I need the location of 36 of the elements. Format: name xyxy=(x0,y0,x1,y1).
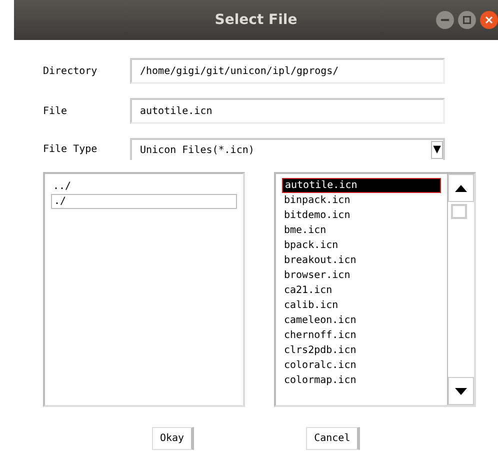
file-item[interactable]: colormap.icn xyxy=(282,373,447,388)
file-item[interactable]: autotile.icn xyxy=(282,178,441,193)
file-item[interactable]: calib.icn xyxy=(282,298,447,313)
maximize-icon xyxy=(463,16,471,24)
field-label: Directory xyxy=(43,66,98,76)
field-label: File xyxy=(43,106,68,116)
close-icon xyxy=(485,16,493,24)
minimize-icon xyxy=(441,16,449,24)
file-item[interactable]: chernoff.icn xyxy=(282,328,447,343)
close-button[interactable] xyxy=(480,11,498,29)
up-arrow-icon xyxy=(455,184,467,192)
scroll-thumb[interactable] xyxy=(451,204,467,219)
text-field[interactable]: /home/gigi/git/unicon/ipl/gprogs/ xyxy=(130,58,445,84)
file-item[interactable]: coloralc.icn xyxy=(282,358,447,373)
directory-item[interactable]: ./ xyxy=(51,194,237,209)
file-item[interactable]: bme.icn xyxy=(282,223,447,238)
file-item[interactable]: cameleon.icn xyxy=(282,313,447,328)
text-field[interactable]: autotile.icn xyxy=(130,98,445,124)
field-label: File Type xyxy=(43,144,98,154)
scroll-up-button[interactable] xyxy=(448,174,474,202)
minimize-button[interactable] xyxy=(436,11,454,29)
dialog-button[interactable]: Okay xyxy=(152,427,194,450)
file-item[interactable]: ca21.icn xyxy=(282,283,447,298)
file-item[interactable]: bitdemo.icn xyxy=(282,208,447,223)
file-item[interactable]: browser.icn xyxy=(282,268,447,283)
file-item[interactable]: binpack.icn xyxy=(282,193,447,208)
file-item[interactable]: breakout.icn xyxy=(282,253,447,268)
scrollbar[interactable] xyxy=(447,174,474,405)
dialog-button[interactable]: Cancel xyxy=(306,427,360,450)
directory-item[interactable]: ../ xyxy=(51,179,237,194)
down-arrow-icon xyxy=(455,388,467,394)
window-title: Select File xyxy=(214,12,298,28)
scroll-down-button[interactable] xyxy=(448,377,474,405)
file-item[interactable]: clrs2pdb.icn xyxy=(282,343,447,358)
file-item[interactable]: bpack.icn xyxy=(282,238,447,253)
file-type-dropdown[interactable]: Unicon Files(*.icn) ▼ xyxy=(130,138,445,160)
